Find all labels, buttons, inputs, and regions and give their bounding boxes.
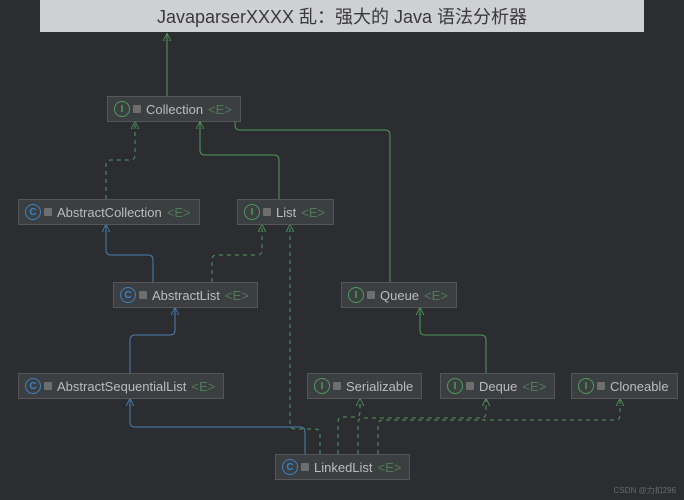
edge-deque-queue (420, 308, 486, 373)
edge-abstractlist-abscollection (106, 225, 153, 282)
node-cloneable[interactable]: I Cloneable (571, 373, 678, 399)
interface-icon: I (348, 287, 364, 303)
title-bar: JavaparserXXXX 乱：强大的 Java 语法分析器 (40, 0, 644, 32)
interface-icon: I (578, 378, 594, 394)
watermark: CSDN @力扣296 (614, 485, 676, 496)
interface-icon: I (114, 101, 130, 117)
node-label: Cloneable (610, 379, 669, 394)
node-deque[interactable]: I Deque <E> (440, 373, 555, 399)
node-label: List (276, 205, 296, 220)
generic-label: <E> (424, 288, 448, 303)
generic-label: <E> (522, 379, 546, 394)
edge-linkedlist-list (290, 225, 320, 454)
modif-icon (44, 382, 52, 390)
modif-icon (333, 382, 341, 390)
node-label: Serializable (346, 379, 413, 394)
generic-label: <E> (191, 379, 215, 394)
edge-linkedlist-deque (358, 399, 486, 454)
edge-absseqlist-abstractlist (130, 308, 175, 373)
edge-linkedlist-absseqlist (130, 399, 305, 454)
node-list[interactable]: I List <E> (237, 199, 334, 225)
interface-icon: I (447, 378, 463, 394)
modif-icon (44, 208, 52, 216)
node-serializable[interactable]: I Serializable (307, 373, 422, 399)
node-abscollection[interactable]: C AbstractCollection <E> (18, 199, 200, 225)
generic-label: <E> (167, 205, 191, 220)
node-abstractlist[interactable]: C AbstractList <E> (113, 282, 258, 308)
edge-abstractlist-list (212, 225, 262, 282)
modif-icon (139, 291, 147, 299)
modif-icon (597, 382, 605, 390)
generic-label: <E> (208, 102, 232, 117)
title-text: JavaparserXXXX 乱：强大的 Java 语法分析器 (157, 3, 527, 29)
node-label: Deque (479, 379, 517, 394)
class-icon: C (120, 287, 136, 303)
class-icon: C (25, 204, 41, 220)
class-icon: C (282, 459, 298, 475)
edge-list-collection (200, 122, 279, 199)
node-collection[interactable]: I Collection <E> (107, 96, 241, 122)
node-absseqlist[interactable]: C AbstractSequentialList <E> (18, 373, 224, 399)
edge-layer (0, 0, 684, 500)
node-queue[interactable]: I Queue <E> (341, 282, 457, 308)
edge-queue-collection (234, 109, 390, 282)
node-label: AbstractSequentialList (57, 379, 186, 394)
node-label: AbstractList (152, 288, 220, 303)
node-label: Collection (146, 102, 203, 117)
edge-abscollection-collection (106, 122, 135, 199)
generic-label: <E> (225, 288, 249, 303)
generic-label: <E> (301, 205, 325, 220)
edge-linkedlist-serializable (338, 399, 360, 454)
edge-linkedlist-cloneable (378, 399, 620, 454)
modif-icon (301, 463, 309, 471)
modif-icon (367, 291, 375, 299)
node-linkedlist[interactable]: C LinkedList <E> (275, 454, 410, 480)
modif-icon (466, 382, 474, 390)
modif-icon (133, 105, 141, 113)
interface-icon: I (314, 378, 330, 394)
node-label: AbstractCollection (57, 205, 162, 220)
class-icon: C (25, 378, 41, 394)
generic-label: <E> (378, 460, 402, 475)
modif-icon (263, 208, 271, 216)
interface-icon: I (244, 204, 260, 220)
node-label: Queue (380, 288, 419, 303)
node-label: LinkedList (314, 460, 373, 475)
